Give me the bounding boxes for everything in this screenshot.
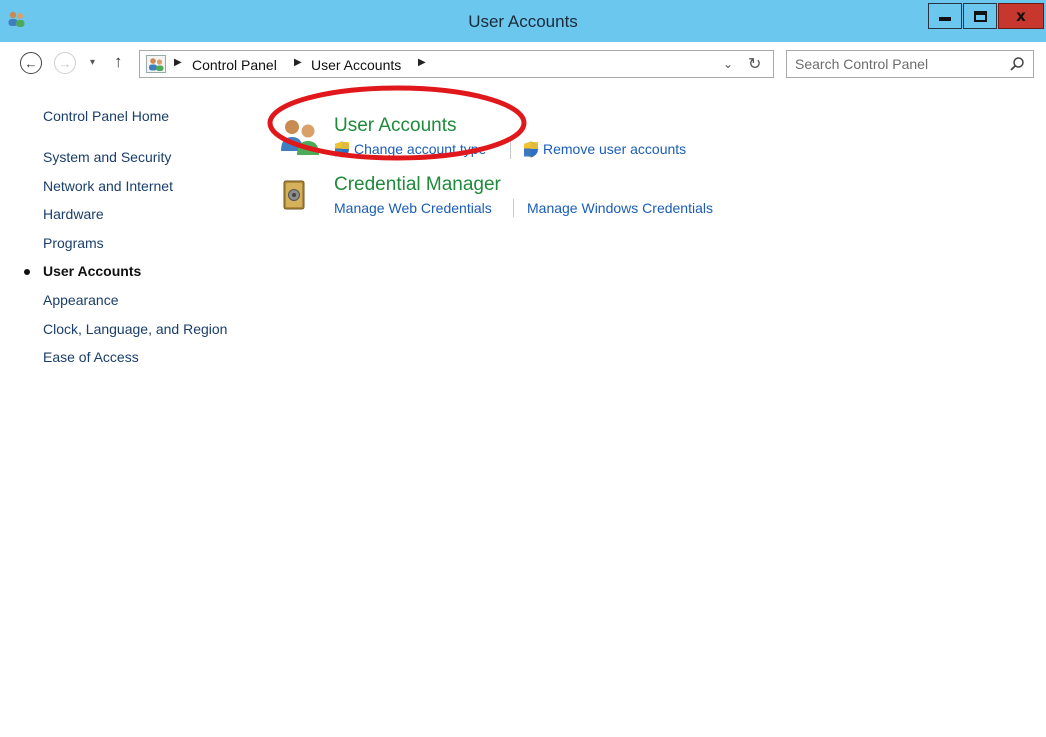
uac-shield-icon xyxy=(335,141,349,158)
breadcrumb-separator-icon[interactable]: ▶ xyxy=(294,57,302,68)
sidebar-item-programs[interactable]: Programs xyxy=(43,235,104,251)
minimize-icon xyxy=(939,17,951,21)
search-icon[interactable] xyxy=(1009,56,1025,72)
link-remove-user-accounts[interactable]: Remove user accounts xyxy=(543,141,686,157)
link-change-account-type[interactable]: Change account type xyxy=(354,141,486,157)
category-title-credential-manager[interactable]: Credential Manager xyxy=(334,174,501,196)
sidebar-item-network-and-internet[interactable]: Network and Internet xyxy=(43,178,173,194)
search-input[interactable] xyxy=(795,55,995,73)
sidebar-item-ease-of-access[interactable]: Ease of Access xyxy=(43,349,139,365)
link-manage-web-credentials[interactable]: Manage Web Credentials xyxy=(334,200,492,216)
close-icon: x xyxy=(1016,7,1026,25)
arrow-right-icon: → xyxy=(58,55,72,71)
sidebar-item-control-panel-home[interactable]: Control Panel Home xyxy=(43,108,169,124)
refresh-icon[interactable]: ↻ xyxy=(748,54,761,74)
address-bar[interactable]: ▶ Control Panel ▶ User Accounts ▶ ⌄ ↻ xyxy=(139,50,774,78)
link-divider xyxy=(510,141,511,159)
sidebar-item-user-accounts: User Accounts xyxy=(43,263,142,279)
control-panel-icon xyxy=(146,55,166,73)
up-button[interactable]: ↑ xyxy=(114,52,123,72)
chevron-down-icon: ▾ xyxy=(90,57,96,68)
sidebar-item-hardware[interactable]: Hardware xyxy=(43,206,104,222)
sidebar-item-clock-language-region[interactable]: Clock, Language, and Region xyxy=(43,321,227,337)
back-button[interactable]: ← xyxy=(20,52,42,74)
window-title: User Accounts xyxy=(468,12,578,31)
sidebar-item-system-and-security[interactable]: System and Security xyxy=(43,149,171,165)
arrow-up-icon: ↑ xyxy=(114,52,123,71)
title-bar[interactable]: User Accounts x xyxy=(0,0,1046,42)
recent-locations-button[interactable]: ▾ xyxy=(90,57,95,68)
breadcrumb-separator-icon[interactable]: ▶ xyxy=(174,57,182,68)
close-button[interactable]: x xyxy=(998,3,1044,29)
breadcrumb-control-panel[interactable]: Control Panel xyxy=(192,57,277,73)
minimize-button[interactable] xyxy=(928,3,962,29)
credential-vault-icon[interactable] xyxy=(283,177,305,211)
navigation-bar: ← → ▾ ↑ ▶ Control Panel ▶ User Accounts … xyxy=(0,42,1046,86)
sidebar-item-appearance[interactable]: Appearance xyxy=(43,292,119,308)
breadcrumb-user-accounts[interactable]: User Accounts xyxy=(311,57,401,73)
address-history-dropdown[interactable]: ⌄ xyxy=(723,57,733,71)
category-title-user-accounts[interactable]: User Accounts xyxy=(334,115,457,137)
breadcrumb-separator-icon[interactable]: ▶ xyxy=(418,57,426,68)
maximize-icon xyxy=(973,10,987,22)
users-icon[interactable] xyxy=(279,117,323,157)
search-box[interactable] xyxy=(786,50,1034,78)
link-manage-windows-credentials[interactable]: Manage Windows Credentials xyxy=(527,200,713,216)
maximize-button[interactable] xyxy=(963,3,997,29)
link-divider xyxy=(513,199,514,217)
arrow-left-icon: ← xyxy=(24,55,38,71)
forward-button[interactable]: → xyxy=(54,52,76,74)
active-item-bullet xyxy=(24,269,30,275)
uac-shield-icon xyxy=(524,141,538,158)
